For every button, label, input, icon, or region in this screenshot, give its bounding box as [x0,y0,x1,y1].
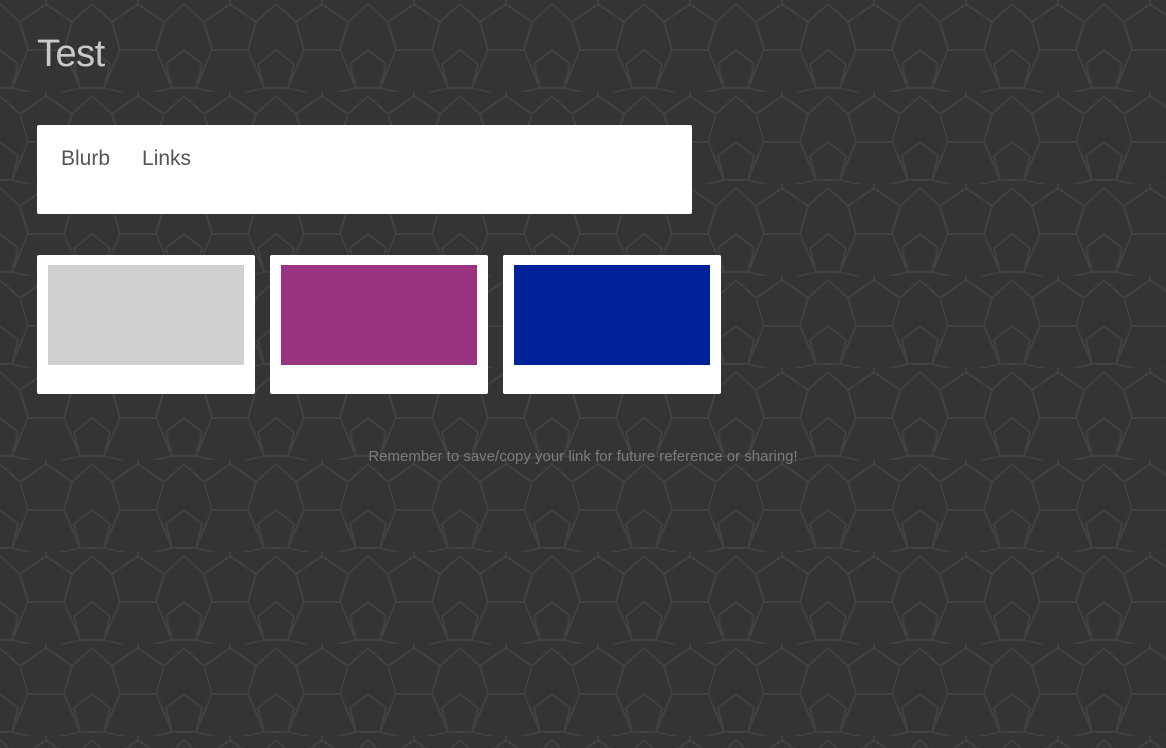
swatch-color-2 [281,265,477,365]
color-swatches [37,255,721,394]
tab-blurb[interactable]: Blurb [61,147,110,171]
swatch-color-3 [514,265,710,365]
tab-links[interactable]: Links [142,147,191,171]
swatch-color-1 [48,265,244,365]
swatch-card-2[interactable] [270,255,488,394]
page-title: Test [37,33,105,75]
footer-note: Remember to save/copy your link for futu… [368,448,798,465]
swatch-card-3[interactable] [503,255,721,394]
tab-panel: Blurb Links [37,125,692,214]
swatch-card-1[interactable] [37,255,255,394]
tab-bar: Blurb Links [61,147,191,171]
